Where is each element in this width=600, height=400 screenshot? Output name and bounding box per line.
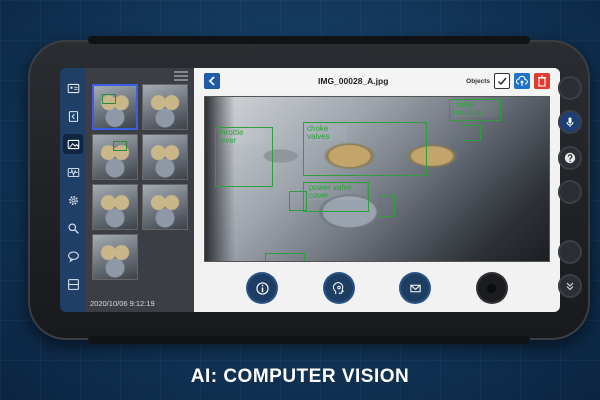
upload-button[interactable] — [514, 73, 530, 89]
search-icon — [67, 222, 79, 234]
waveform-icon — [67, 167, 79, 177]
thumbnail-4[interactable] — [142, 134, 188, 180]
gallery-header — [86, 68, 194, 84]
image-filename: IMG_00028_A.jpg — [318, 76, 389, 86]
microphone-icon — [566, 117, 574, 127]
page-caption: AI: COMPUTER VISION — [190, 366, 410, 387]
book-icon — [68, 110, 78, 122]
sidebar-item-book[interactable] — [63, 106, 83, 126]
sidebar-rail — [60, 68, 86, 312]
detection-label-choke-housing: choke housing — [453, 101, 499, 117]
thumbnail-gallery: 2020/10/06 9:12:19 — [86, 68, 194, 312]
device-bumper-top — [88, 36, 530, 44]
hw-button-middle[interactable] — [558, 180, 582, 204]
detection-box-jet-screw[interactable] — [379, 195, 395, 217]
question-icon — [564, 152, 576, 164]
chat-icon — [67, 251, 79, 263]
sidebar-item-waveform[interactable] — [63, 162, 83, 182]
back-button[interactable] — [204, 73, 220, 89]
viewer-actions — [194, 264, 560, 312]
hw-scroll-down-button[interactable] — [558, 274, 582, 298]
thumbnail-7[interactable] — [92, 234, 138, 280]
gallery-timestamp: 2020/10/06 9:12:19 — [90, 299, 155, 308]
sidebar-item-settings[interactable] — [63, 190, 83, 210]
thumbnail-grid — [86, 84, 194, 280]
image-icon — [67, 139, 79, 149]
mail-icon — [410, 284, 421, 292]
tablet-device: 2020/10/06 9:12:19 IMG_00028_A.jpg Objec… — [28, 36, 590, 344]
thumbnail-3[interactable] — [92, 134, 138, 180]
hw-microphone-button[interactable] — [558, 110, 582, 134]
thumbnail-5[interactable] — [92, 184, 138, 230]
chevron-left-icon — [208, 76, 215, 86]
hw-button-top[interactable] — [558, 76, 582, 100]
detection-box-bottom[interactable] — [265, 253, 305, 261]
sidebar-item-panel[interactable] — [63, 274, 83, 294]
double-chevron-down-icon — [566, 282, 574, 291]
panel-icon — [67, 278, 79, 290]
thumbnail-6[interactable] — [142, 184, 188, 230]
objects-toggle-checkbox[interactable] — [494, 73, 510, 89]
detection-label-power-valve-cover: power valve cover — [309, 184, 367, 200]
detection-box-linkage[interactable] — [461, 125, 481, 141]
image-viewer: IMG_00028_A.jpg Objects throttle lever c… — [194, 68, 560, 312]
cloud-upload-icon — [516, 75, 528, 86]
sidebar-item-id[interactable] — [63, 78, 83, 98]
device-bumper-bottom — [88, 336, 530, 344]
sidebar-item-chat[interactable] — [63, 246, 83, 266]
delete-button[interactable] — [534, 73, 550, 89]
carburetor-photo[interactable]: throttle lever choke valves power valve … — [204, 96, 550, 262]
detection-box-small-spring[interactable] — [289, 191, 307, 211]
viewer-toolbar: IMG_00028_A.jpg Objects — [194, 68, 560, 94]
hw-button-lower[interactable] — [558, 240, 582, 264]
hw-help-button[interactable] — [558, 146, 582, 170]
detection-label-choke-valves: choke valves — [307, 125, 347, 141]
id-card-icon — [67, 83, 79, 93]
sidebar-item-search[interactable] — [63, 218, 83, 238]
trash-icon — [538, 75, 546, 87]
record-icon — [487, 283, 497, 293]
objects-label: Objects — [466, 77, 490, 85]
sidebar-item-images[interactable] — [63, 134, 83, 154]
ai-analyze-button[interactable] — [324, 274, 353, 302]
thumbnail-1[interactable] — [92, 84, 138, 130]
email-button[interactable] — [401, 274, 430, 302]
thumbnail-2[interactable] — [142, 84, 188, 130]
ai-head-icon — [333, 281, 345, 294]
gear-icon — [68, 195, 78, 205]
info-button[interactable] — [248, 274, 277, 302]
hamburger-menu-icon[interactable] — [174, 71, 188, 81]
detection-label-throttle-lever: throttle lever — [219, 129, 263, 145]
info-icon — [256, 281, 269, 295]
device-screen: 2020/10/06 9:12:19 IMG_00028_A.jpg Objec… — [60, 68, 560, 312]
checkmark-icon — [498, 77, 507, 86]
record-button[interactable] — [477, 274, 506, 302]
